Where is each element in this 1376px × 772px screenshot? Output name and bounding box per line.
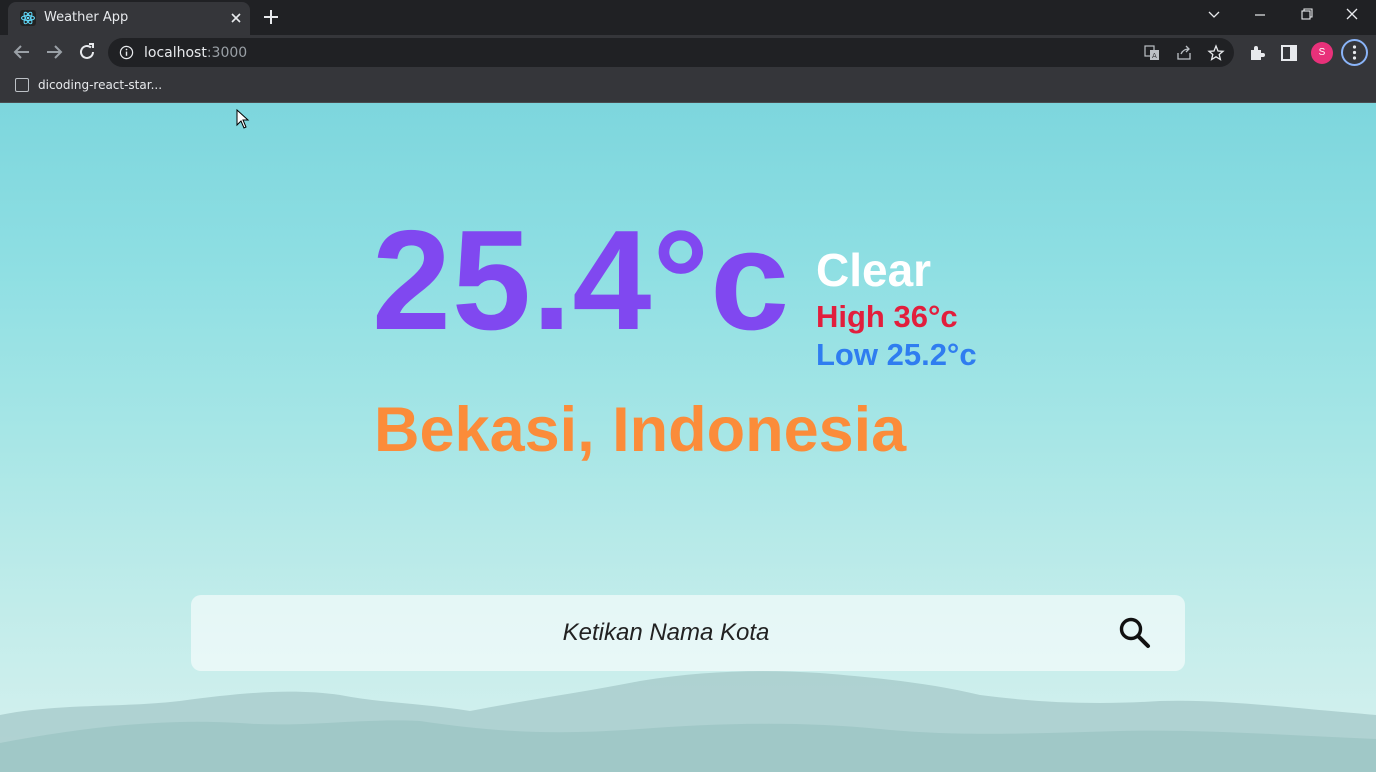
weather-condition: Clear [816, 244, 932, 296]
bookmark-item[interactable]: dicoding-react-star... [38, 78, 162, 92]
react-icon [20, 10, 36, 26]
temperature-display: 25.4°c [372, 201, 791, 360]
high-temperature: High 36°c [816, 299, 958, 334]
minimize-icon[interactable] [1247, 4, 1273, 26]
side-panel-icon[interactable] [1279, 43, 1299, 63]
browser-tab[interactable]: Weather App [8, 2, 250, 35]
profile-avatar[interactable]: S [1311, 42, 1333, 64]
city-search-input[interactable] [191, 595, 1081, 671]
tab-title: Weather App [44, 10, 129, 25]
more-icon[interactable] [1341, 39, 1368, 66]
browser-tabstrip: Weather App [0, 0, 1376, 35]
plus-icon[interactable] [260, 6, 282, 28]
star-icon[interactable] [1207, 44, 1225, 62]
restore-icon[interactable] [1293, 4, 1319, 26]
info-icon[interactable] [119, 45, 134, 60]
location-name: Bekasi, Indonesia [374, 395, 907, 465]
more-dots [1352, 45, 1357, 60]
svg-text:A: A [1152, 52, 1157, 60]
weather-app-page: 25.4°c Clear High 36°c Low 25.2°c Bekasi… [0, 103, 1376, 772]
bookmark-page-icon [15, 78, 29, 92]
bookmarks-bar: dicoding-react-star... [0, 70, 1376, 103]
reload-icon[interactable] [75, 40, 99, 64]
address-bar[interactable]: localhost:3000 A [108, 38, 1234, 67]
close-window-icon[interactable] [1339, 4, 1365, 26]
mouse-cursor-icon [236, 109, 250, 129]
browser-toolbar: localhost:3000 A [0, 35, 1376, 70]
forward-icon[interactable] [42, 40, 66, 64]
close-icon[interactable] [226, 8, 246, 28]
search-bar [191, 595, 1185, 671]
translate-icon[interactable]: A [1143, 44, 1161, 62]
chevron-down-icon[interactable] [1201, 4, 1227, 26]
low-temperature: Low 25.2°c [816, 337, 977, 372]
search-icon[interactable] [1117, 615, 1153, 651]
extensions-icon[interactable] [1247, 43, 1267, 63]
url-text: localhost:3000 [144, 45, 248, 61]
back-icon[interactable] [10, 40, 34, 64]
share-icon[interactable] [1175, 44, 1193, 62]
